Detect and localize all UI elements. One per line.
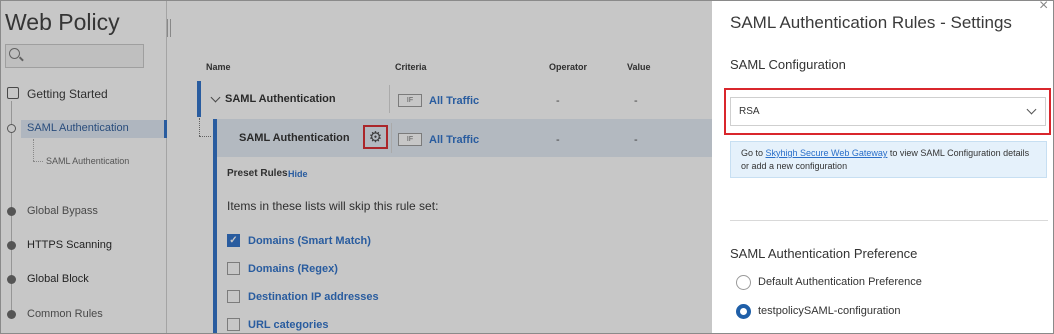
close-icon[interactable]: × — [1039, 1, 1048, 15]
cell-divider — [391, 123, 392, 153]
sidebar-item-common-rules[interactable]: Common Rules — [27, 308, 103, 320]
saml-configuration-heading: SAML Configuration — [730, 57, 846, 72]
sidebar-node-dot — [7, 310, 16, 319]
tree-connector — [33, 139, 34, 161]
sidebar-item-global-block[interactable]: Global Block — [27, 273, 89, 285]
criteria-link[interactable]: All Traffic — [429, 95, 479, 107]
section-divider — [730, 220, 1048, 221]
settings-gear-button[interactable]: ⚙ — [363, 125, 388, 149]
saml-preference-heading: SAML Authentication Preference — [730, 246, 918, 261]
saml-configuration-select[interactable]: RSA — [730, 97, 1046, 126]
radio-testpolicy-saml[interactable] — [736, 304, 751, 319]
checkbox-domains-regex[interactable] — [227, 262, 240, 275]
column-header-value[interactable]: Value — [627, 62, 651, 72]
sidebar-checkbox-getting-started[interactable] — [7, 87, 19, 99]
row-name: SAML Authentication — [239, 132, 350, 144]
tree-connector-h — [33, 161, 43, 162]
gear-icon: ⚙ — [368, 129, 383, 146]
preset-hide-link[interactable]: Hide — [288, 169, 308, 179]
sidebar-item-saml-authentication[interactable]: SAML Authentication — [27, 122, 129, 134]
info-banner: Go to Skyhigh Secure Web Gateway to view… — [730, 141, 1047, 178]
checkbox-domains-smart-match[interactable]: ✓ — [227, 234, 240, 247]
app-frame: Web Policy Getting Started SAML Authenti… — [0, 0, 1054, 334]
page-title: Web Policy — [5, 9, 120, 35]
settings-panel: × SAML Authentication Rules - Settings S… — [712, 1, 1053, 333]
sidebar-item-global-bypass[interactable]: Global Bypass — [27, 205, 98, 217]
row-name: SAML Authentication — [225, 93, 336, 105]
column-header-name[interactable]: Name — [206, 62, 231, 72]
select-value: RSA — [739, 106, 760, 117]
option-domains-regex[interactable]: Domains (Regex) — [248, 263, 338, 275]
if-badge: IF — [398, 133, 422, 146]
operator-value: - — [556, 95, 560, 107]
policy-editor: Web Policy Getting Started SAML Authenti… — [1, 1, 712, 333]
sidebar-node-dot — [7, 207, 16, 216]
tree-connector — [199, 118, 200, 136]
option-destination-ip[interactable]: Destination IP addresses — [248, 291, 379, 303]
value-cell: - — [634, 95, 638, 107]
skyhigh-gateway-link[interactable]: Skyhigh Secure Web Gateway — [766, 148, 888, 158]
preset-rules-label: Preset Rules — [227, 168, 288, 179]
sidebar: Web Policy Getting Started SAML Authenti… — [1, 1, 167, 333]
sidebar-item-https-scanning[interactable]: HTTPS Scanning — [27, 239, 112, 251]
tree-connector-h — [199, 136, 211, 137]
option-domains-smart-match[interactable]: Domains (Smart Match) — [248, 235, 371, 247]
search-icon — [9, 48, 20, 59]
option-url-categories[interactable]: URL categories — [248, 319, 329, 331]
column-header-operator[interactable]: Operator — [549, 62, 587, 72]
sidebar-item-getting-started[interactable]: Getting Started — [27, 87, 108, 101]
sidebar-node-dot — [7, 275, 16, 284]
radio-label-testpolicy[interactable]: testpolicySAML-configuration — [758, 305, 900, 317]
rule-set-bar — [213, 157, 217, 333]
info-text-pre: Go to — [741, 148, 766, 158]
checkbox-destination-ip[interactable] — [227, 290, 240, 303]
sidebar-node-ring — [7, 124, 16, 133]
resize-handle[interactable] — [167, 19, 171, 37]
value-cell: - — [634, 134, 638, 146]
column-header-criteria[interactable]: Criteria — [395, 62, 427, 72]
radio-label-default[interactable]: Default Authentication Preference — [758, 276, 922, 288]
radio-default-authentication[interactable] — [736, 275, 751, 290]
skip-description: Items in these lists will skip this rule… — [227, 199, 439, 213]
if-badge: IF — [398, 94, 422, 107]
cell-divider — [389, 85, 390, 113]
checkbox-url-categories[interactable] — [227, 318, 240, 331]
sidebar-node-dot — [7, 241, 16, 250]
operator-value: - — [556, 134, 560, 146]
criteria-link[interactable]: All Traffic — [429, 134, 479, 146]
sidebar-subitem-saml-authentication[interactable]: SAML Authentication — [46, 156, 129, 166]
search-input[interactable] — [5, 44, 144, 68]
panel-title: SAML Authentication Rules - Settings — [730, 13, 1012, 32]
chevron-down-icon — [1026, 104, 1037, 115]
